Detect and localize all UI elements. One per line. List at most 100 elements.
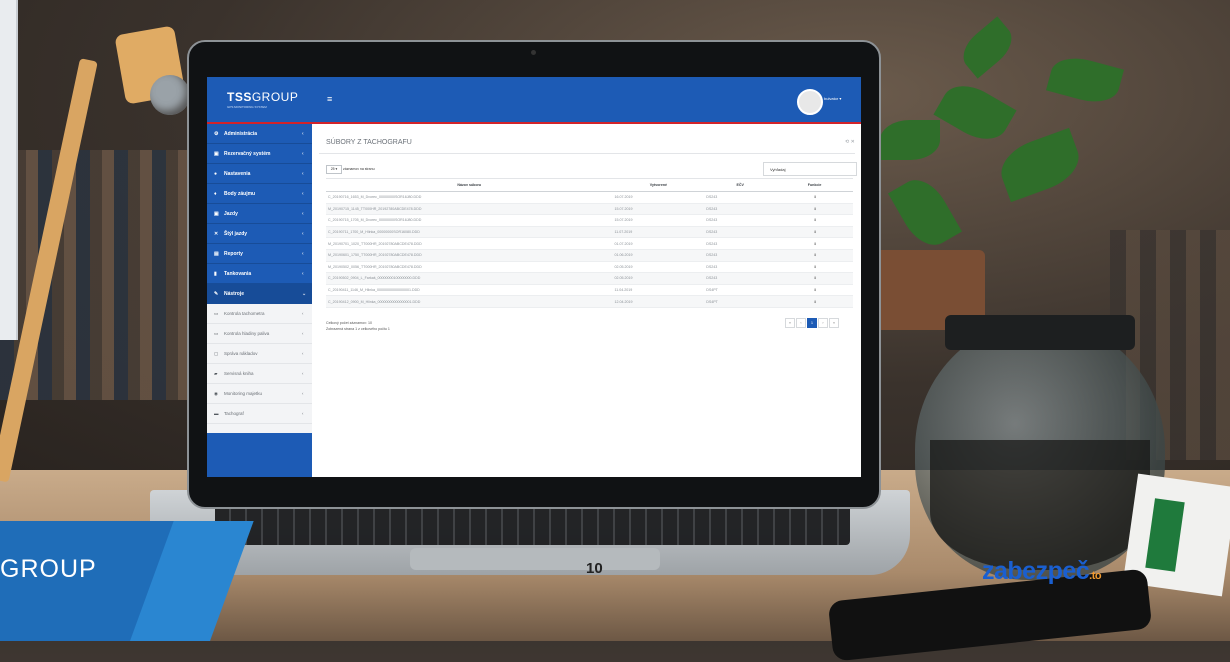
chevron-left-icon: ‹ xyxy=(302,210,304,217)
submenu-item-kontrola-tachometra[interactable]: ▭ Kontrola tachometra ‹ xyxy=(207,304,312,324)
table-row[interactable]: C_20190411_1146_M_Hlinka_000000000000000… xyxy=(326,284,853,297)
laptop-trackpad xyxy=(410,548,660,570)
search-label: Vyhľadaj xyxy=(770,167,786,172)
download-icon[interactable]: ⬇ xyxy=(776,237,853,250)
column-header-vytvorene[interactable]: Vytvorené xyxy=(612,178,705,192)
file-name-cell: C_20190502_0904_L_Farkaš_000000001000000… xyxy=(326,272,613,285)
sidebar-item-jazdy[interactable]: ▣ Jazdy ‹ xyxy=(207,204,312,224)
app-logo[interactable]: TSSGROUP xyxy=(227,90,298,104)
created-cell: 15.07.2019 xyxy=(612,203,705,216)
page-info: Zobrazená strana 1 z celkového počtu 1 xyxy=(326,327,390,331)
panel-tools-icon[interactable]: ⟲ ✕ xyxy=(845,139,855,145)
jar-lid xyxy=(945,315,1135,350)
plate-cell: DS243 xyxy=(704,203,777,216)
gauge-icon: ▭ xyxy=(214,330,219,336)
sidebar-item-styl-jazdy[interactable]: ✕ Štýl jazdy ‹ xyxy=(207,224,312,244)
sidebar-item-body-zaujmu[interactable]: ♦ Body záujmu ‹ xyxy=(207,184,312,204)
chevron-left-icon: ‹ xyxy=(302,170,304,177)
download-icon[interactable]: ⬇ xyxy=(776,214,853,227)
plant-leaf xyxy=(880,120,940,160)
download-icon[interactable]: ⬇ xyxy=(776,272,853,285)
chevron-left-icon: ‹ xyxy=(302,391,304,396)
table-row[interactable]: M_20190701_1020_TT000HR_20192780ABCDE478… xyxy=(326,237,853,250)
table-row[interactable]: C_20190716_1653_M_Dvorec_00000000SOR16J8… xyxy=(326,191,853,204)
submenu-item-servisna-kniha[interactable]: ▰ Servisná kniha ‹ xyxy=(207,364,312,384)
sidebar-item-nastavenia[interactable]: ● Nastavenia ‹ xyxy=(207,164,312,184)
sidebar-item-administracia[interactable]: ⚙ Administrácia ‹ xyxy=(207,124,312,144)
plate-cell: DS243 xyxy=(704,191,777,204)
user-menu[interactable]: bulvator ▾ xyxy=(824,96,841,101)
table-row[interactable]: C_20190711_1700_M_Hlinka_00000000SOR1608… xyxy=(326,226,853,239)
column-header-funkcie: Funkcie xyxy=(776,178,853,192)
created-cell: 01.07.2019 xyxy=(612,237,705,250)
chevron-left-icon: ‹ xyxy=(302,250,304,257)
sidebar-item-rezervacny-system[interactable]: ▣ Rezervačný systém ‹ xyxy=(207,144,312,164)
created-cell: 01.06.2019 xyxy=(612,249,705,262)
chevron-left-icon: ‹ xyxy=(302,270,304,277)
gear-icon: ● xyxy=(214,170,218,177)
cogs-icon: ⚙ xyxy=(214,130,219,137)
zabezpecto-logo: zabezpeč.to xyxy=(982,557,1102,585)
page-title: SÚBORY Z TACHOGRAFU xyxy=(326,139,412,146)
chevron-left-icon: ‹ xyxy=(302,150,304,157)
table-row[interactable]: M_20190502_0056_TT000HR_20192780ABCDE478… xyxy=(326,261,853,274)
chevron-left-icon: ‹ xyxy=(302,230,304,237)
plate-cell: DS4PT xyxy=(704,284,777,297)
created-cell: 16.07.2019 xyxy=(612,191,705,204)
page-size-select[interactable]: 25 ▾ xyxy=(326,165,342,174)
download-icon[interactable]: ⬇ xyxy=(776,261,853,274)
download-icon[interactable]: ⬇ xyxy=(776,295,853,308)
slide-page-number: 10 xyxy=(586,560,603,577)
app-screen: TSSGROUP GPS MONITORING SYSTEM ≡ bulvato… xyxy=(207,77,861,477)
book-icon: ▰ xyxy=(214,370,218,376)
table-row[interactable]: C_20190502_0904_L_Farkaš_000000001000000… xyxy=(326,272,853,285)
created-cell: 11.07.2019 xyxy=(612,226,705,239)
app-topbar: TSSGROUP GPS MONITORING SYSTEM ≡ bulvato… xyxy=(207,77,861,122)
pagination-first[interactable]: « xyxy=(785,318,795,328)
pagination-last[interactable]: » xyxy=(829,318,839,328)
file-name-cell: C_20190411_1146_M_Hlinka_000000000000000… xyxy=(326,284,613,297)
sidebar-item-tankovania[interactable]: ▮ Tankovania ‹ xyxy=(207,264,312,284)
file-name-cell: C_20190715_1705_M_Dvorec_00000000SOR16J8… xyxy=(326,214,613,227)
pagination-next[interactable]: › xyxy=(818,318,828,328)
download-icon[interactable]: ⬇ xyxy=(776,203,853,216)
download-icon[interactable]: ⬇ xyxy=(776,191,853,204)
lamp-hinge xyxy=(150,75,190,115)
download-icon[interactable]: ⬇ xyxy=(776,226,853,239)
globe-icon: ◉ xyxy=(214,390,218,396)
shuffle-icon: ✕ xyxy=(214,230,219,237)
plate-cell: DS243 xyxy=(704,261,777,274)
submenu-item-kontrola-hladiny-paliva[interactable]: ▭ Kontrola hladiny paliva ‹ xyxy=(207,324,312,344)
car-icon: ▣ xyxy=(214,150,219,157)
submenu-item-monitoring-majetku[interactable]: ◉ Monitoring majetku ‹ xyxy=(207,384,312,404)
hamburger-icon[interactable]: ≡ xyxy=(327,94,332,104)
created-cell: 02.05.2019 xyxy=(612,272,705,285)
pagination-page-1[interactable]: 1 xyxy=(807,318,817,328)
sidebar-item-nastroje[interactable]: ✎ Nástroje ⌄ xyxy=(207,284,312,304)
submenu-item-sprava-nakladov[interactable]: ▢ Správa nákladov ‹ xyxy=(207,344,312,364)
laptop-camera xyxy=(531,50,536,55)
created-cell: 15.07.2019 xyxy=(612,214,705,227)
submenu-item-tachograf[interactable]: ▬ Tachograf ‹ xyxy=(207,404,312,424)
money-icon: ▢ xyxy=(214,350,219,356)
document-icon: ▤ xyxy=(214,250,219,257)
avatar[interactable] xyxy=(797,89,823,115)
column-header-ecv[interactable]: EČV xyxy=(704,178,777,192)
created-cell: 02.05.2019 xyxy=(612,261,705,274)
table-row[interactable]: M_20190715_1145_TT000HR_20192780ABCDE478… xyxy=(326,203,853,216)
download-icon[interactable]: ⬇ xyxy=(776,249,853,262)
slide-brand-text: GROUP xyxy=(0,555,97,583)
column-header-nazov[interactable]: Názov súboru xyxy=(326,178,613,192)
jar-water xyxy=(930,440,1150,570)
file-name-cell: C_20190711_1700_M_Hlinka_00000000SOR1608… xyxy=(326,226,613,239)
download-icon[interactable]: ⬇ xyxy=(776,284,853,297)
sidebar-item-reporty[interactable]: ▤ Reporty ‹ xyxy=(207,244,312,264)
chevron-left-icon: ‹ xyxy=(302,130,304,137)
page-size-label: záznamov na stranu xyxy=(343,167,375,171)
pagination-prev[interactable]: ‹ xyxy=(796,318,806,328)
table-row[interactable]: C_20190412_0900_M_Hlinka_000000000000000… xyxy=(326,295,853,308)
total-records: Celkový počet záznamov: 10 xyxy=(326,321,372,325)
table-row[interactable]: M_20190601_1750_TT000HR_20192780ABCDE478… xyxy=(326,249,853,262)
table-row[interactable]: C_20190715_1705_M_Dvorec_00000000SOR16J8… xyxy=(326,214,853,227)
table-header-row: Názov súboru Vytvorené EČV Funkcie xyxy=(326,178,853,192)
